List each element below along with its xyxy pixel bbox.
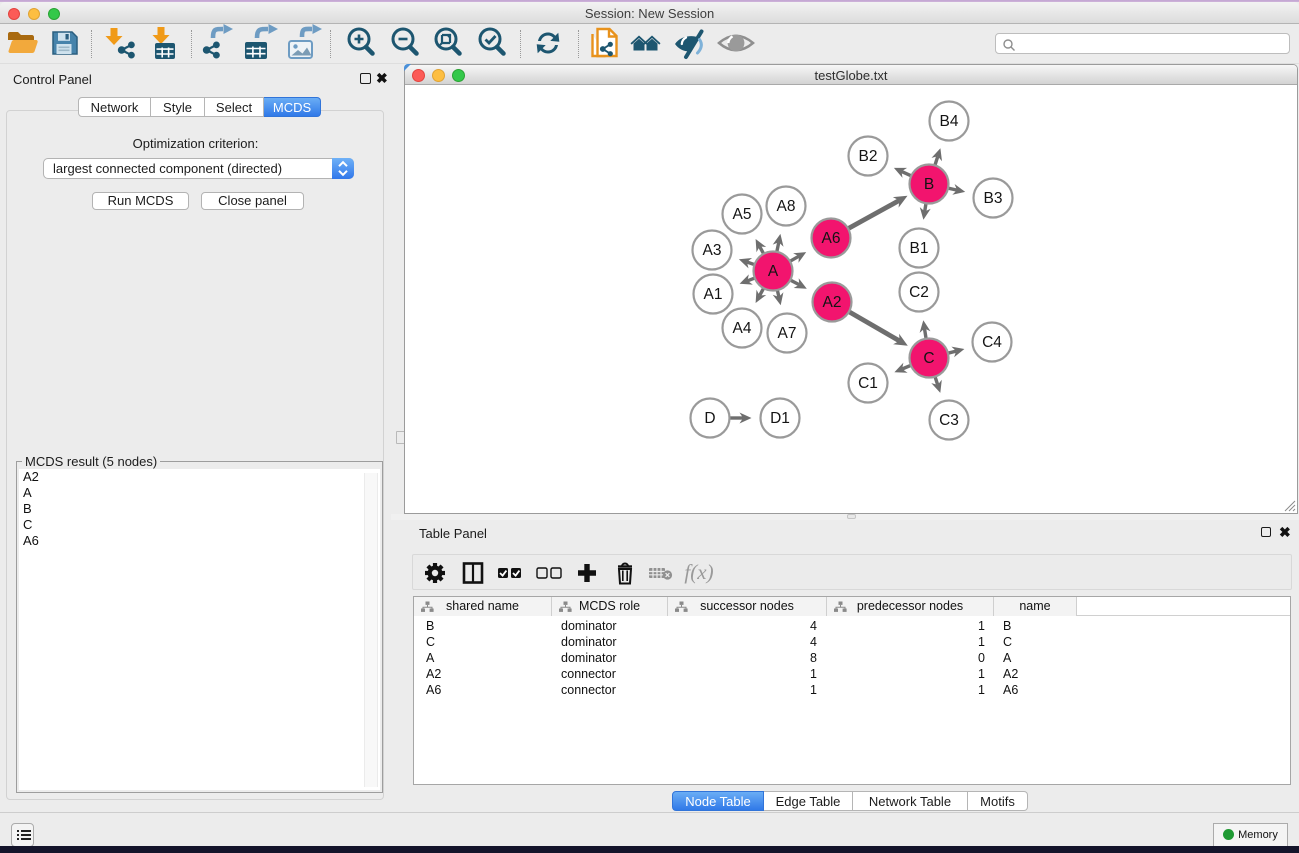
svg-text:A7: A7: [778, 325, 797, 342]
svg-text:C3: C3: [939, 412, 959, 429]
svg-text:A: A: [768, 263, 779, 280]
svg-text:B4: B4: [940, 113, 959, 130]
svg-text:A1: A1: [704, 286, 723, 303]
svg-text:B1: B1: [910, 240, 929, 257]
svg-text:A5: A5: [733, 206, 752, 223]
svg-text:A6: A6: [822, 230, 841, 247]
svg-text:D1: D1: [770, 410, 790, 427]
svg-text:B2: B2: [859, 148, 878, 165]
svg-text:C4: C4: [982, 334, 1002, 351]
svg-text:A8: A8: [777, 198, 796, 215]
svg-text:B3: B3: [984, 190, 1003, 207]
svg-text:C2: C2: [909, 284, 929, 301]
svg-text:C1: C1: [858, 375, 878, 392]
svg-text:C: C: [923, 350, 934, 367]
svg-text:A3: A3: [703, 242, 722, 259]
svg-text:f(x): f(x): [684, 560, 713, 584]
svg-text:A4: A4: [733, 320, 752, 337]
svg-text:D: D: [704, 410, 715, 427]
svg-text:A2: A2: [823, 294, 842, 311]
svg-text:B: B: [924, 176, 934, 193]
